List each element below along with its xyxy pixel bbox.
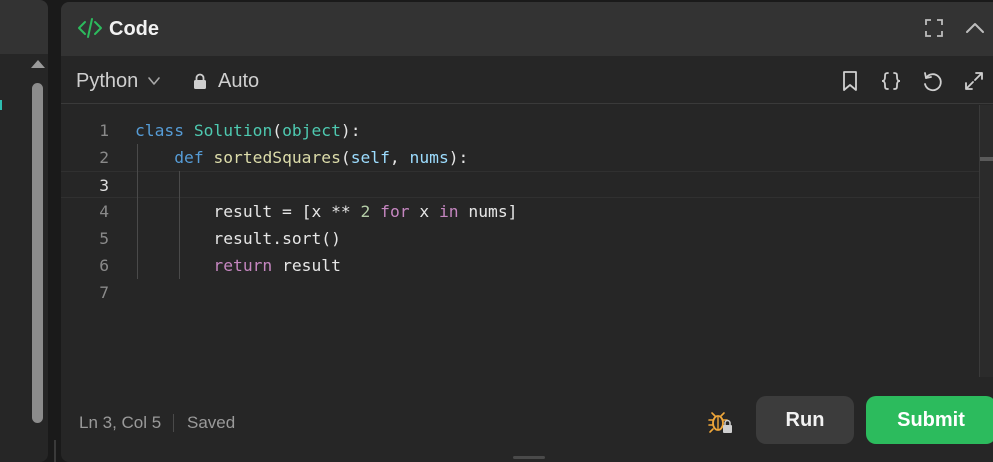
code-line-current[interactable]: 3 xyxy=(61,171,979,198)
line-number: 6 xyxy=(99,256,109,275)
code-panel: Code Python Auto 1 class Solution(object… xyxy=(61,2,993,462)
auto-mode-toggle[interactable]: Auto xyxy=(193,68,259,94)
code-line[interactable]: 6 return result xyxy=(61,252,979,279)
code-line[interactable]: 4 result = [x ** 2 for x in nums] xyxy=(61,198,979,225)
left-pane-scrollbar[interactable] xyxy=(28,56,46,436)
code-text: return result xyxy=(213,256,341,275)
fullscreen-icon[interactable] xyxy=(922,16,946,40)
line-number: 7 xyxy=(99,283,109,302)
debug-icon[interactable] xyxy=(707,410,733,434)
panel-title: Code xyxy=(109,18,159,40)
auto-mode-label: Auto xyxy=(218,69,260,92)
editor-scroll-thumb[interactable] xyxy=(980,157,993,161)
code-line[interactable]: 2 def sortedSquares(self, nums): xyxy=(61,144,979,171)
code-text: result = [x ** 2 for x in nums] xyxy=(213,202,518,221)
panel-resize-handle[interactable] xyxy=(513,456,545,459)
language-label: Python xyxy=(76,69,139,92)
left-pane xyxy=(0,0,48,462)
expand-icon[interactable] xyxy=(962,69,986,93)
submit-button[interactable]: Submit xyxy=(866,396,993,444)
collapse-chevron-icon[interactable] xyxy=(963,16,987,40)
pane-resize-handle[interactable] xyxy=(54,440,56,462)
run-button[interactable]: Run xyxy=(756,396,854,444)
code-text: class Solution(object): xyxy=(135,121,361,140)
save-status: Saved xyxy=(187,413,236,432)
left-pane-header xyxy=(0,0,48,54)
code-text: result.sort() xyxy=(213,229,341,248)
line-number: 4 xyxy=(99,202,109,221)
cursor-position: Ln 3, Col 5 xyxy=(79,413,162,432)
editor-status-bar: Ln 3, Col 5 Saved Run Submit xyxy=(61,392,993,452)
line-number: 1 xyxy=(99,121,109,140)
editor-scrollbar[interactable] xyxy=(979,105,993,377)
line-number: 2 xyxy=(99,148,109,167)
line-number: 3 xyxy=(99,176,109,195)
code-panel-header: Code xyxy=(61,2,993,56)
bookmark-icon[interactable] xyxy=(838,69,862,93)
chevron-down-icon xyxy=(148,77,161,85)
scroll-up-arrow-icon[interactable] xyxy=(31,60,45,68)
status-divider xyxy=(173,414,174,432)
code-line[interactable]: 1 class Solution(object): xyxy=(61,117,979,144)
code-text: def sortedSquares(self, nums): xyxy=(174,148,469,167)
left-pane-scroll-thumb[interactable] xyxy=(32,83,43,423)
braces-icon[interactable] xyxy=(879,69,903,93)
reset-icon[interactable] xyxy=(921,69,945,93)
code-editor[interactable]: 1 class Solution(object): 2 def sortedSq… xyxy=(61,105,979,385)
left-pane-indicator xyxy=(0,100,2,110)
code-line[interactable]: 7 xyxy=(61,279,979,306)
line-number: 5 xyxy=(99,229,109,248)
indent-guide xyxy=(137,144,138,279)
indent-guide xyxy=(179,171,180,279)
code-line[interactable]: 5 result.sort() xyxy=(61,225,979,252)
code-icon xyxy=(78,18,102,38)
editor-toolbar: Python Auto xyxy=(61,56,993,104)
language-select[interactable]: Python xyxy=(76,68,161,94)
lock-icon xyxy=(194,73,206,89)
